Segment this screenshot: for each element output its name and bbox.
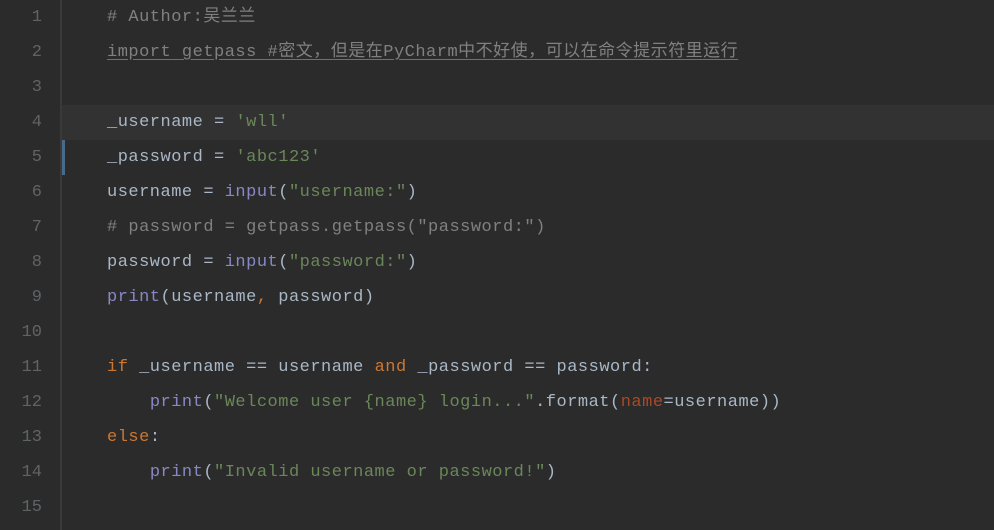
token-var: _username — [107, 113, 214, 132]
token-paren: )) — [760, 393, 781, 412]
token-paren: ( — [203, 463, 214, 482]
token-builtin: input — [225, 253, 279, 272]
token-builtin: print — [150, 393, 204, 412]
token-var: username — [278, 358, 374, 377]
line-number: 15 — [0, 490, 42, 525]
token-op: == — [524, 358, 556, 377]
token-colon: : — [150, 428, 161, 447]
token-paren: ) — [364, 288, 375, 307]
token-var: password — [557, 358, 643, 377]
code-line[interactable] — [62, 70, 994, 105]
line-number: 7 — [0, 210, 42, 245]
code-line[interactable]: print("Invalid username or password!") — [62, 455, 994, 490]
code-editor[interactable]: # Author:吴兰兰 import getpass #密文，但是在PyCha… — [62, 0, 994, 530]
code-line[interactable]: else: — [62, 420, 994, 455]
token-string: 'wll' — [235, 113, 289, 132]
line-number: 13 — [0, 420, 42, 455]
token-paren: ) — [546, 463, 557, 482]
token-var: password — [278, 288, 364, 307]
token-string: 'abc123' — [235, 148, 321, 167]
line-number: 8 — [0, 245, 42, 280]
token-colon: : — [642, 358, 653, 377]
token-module: getpass — [171, 43, 267, 62]
line-number: 3 — [0, 70, 42, 105]
line-number: 4 — [0, 105, 42, 140]
token-var: username — [171, 288, 257, 307]
token-op: = — [664, 393, 675, 412]
token-paren: ( — [203, 393, 214, 412]
token-keyword: and — [375, 358, 418, 377]
token-paren: ( — [278, 183, 289, 202]
line-number: 1 — [0, 0, 42, 35]
caret-indicator — [62, 140, 65, 175]
token-string: "Welcome user {name} login..." — [214, 393, 535, 412]
token-op: == — [246, 358, 278, 377]
token-comment: #密文，但是在PyCharm中不好使，可以在命令提示符里运行 — [268, 43, 739, 62]
token-paren: ) — [407, 183, 418, 202]
token-builtin: print — [150, 463, 204, 482]
code-line[interactable]: if _username == username and _password =… — [62, 350, 994, 385]
line-number: 10 — [0, 315, 42, 350]
token-string: "Invalid username or password!" — [214, 463, 546, 482]
code-line[interactable]: # Author:吴兰兰 — [62, 0, 994, 35]
token-string: "username:" — [289, 183, 407, 202]
line-number: 2 — [0, 35, 42, 70]
token-builtin: print — [107, 288, 161, 307]
line-number: 14 — [0, 455, 42, 490]
token-var: _username — [139, 358, 246, 377]
token-comment: # password = getpass.getpass("password:"… — [107, 218, 546, 237]
token-op: = — [203, 183, 224, 202]
token-op: = — [203, 253, 224, 272]
line-number: 9 — [0, 280, 42, 315]
token-keyword: if — [107, 358, 139, 377]
token-builtin: input — [225, 183, 279, 202]
code-line-active[interactable]: _username = 'wll' — [62, 105, 994, 140]
code-line[interactable]: # password = getpass.getpass("password:"… — [62, 210, 994, 245]
token-paren: ( — [278, 253, 289, 272]
line-number: 5 — [0, 140, 42, 175]
code-line[interactable]: password = input("password:") — [62, 245, 994, 280]
code-line[interactable]: _password = 'abc123' — [62, 140, 994, 175]
code-line[interactable] — [62, 315, 994, 350]
token-var: _password — [107, 148, 214, 167]
token-paren: ( — [161, 288, 172, 307]
line-number: 6 — [0, 175, 42, 210]
line-number: 11 — [0, 350, 42, 385]
token-op: = — [214, 113, 235, 132]
token-op: = — [214, 148, 235, 167]
token-string: "password:" — [289, 253, 407, 272]
token-var: _password — [417, 358, 524, 377]
line-number-gutter: 1 2 3 4 5 6 7 8 9 10 11 12 13 14 15 — [0, 0, 60, 530]
token-comma: , — [257, 288, 278, 307]
token-keyword: import — [107, 43, 171, 62]
code-line[interactable]: print(username, password) — [62, 280, 994, 315]
code-line[interactable]: import getpass #密文，但是在PyCharm中不好使，可以在命令提… — [62, 35, 994, 70]
token-method: .format( — [535, 393, 621, 412]
token-var: username — [674, 393, 760, 412]
token-kwarg: name — [621, 393, 664, 412]
indent — [107, 385, 150, 420]
line-number: 12 — [0, 385, 42, 420]
token-comment: # Author:吴兰兰 — [107, 8, 256, 27]
indent — [107, 455, 150, 490]
token-var: username — [107, 183, 203, 202]
token-paren: ) — [407, 253, 418, 272]
token-keyword: else — [107, 428, 150, 447]
token-var: password — [107, 253, 203, 272]
code-line[interactable]: print("Welcome user {name} login...".for… — [62, 385, 994, 420]
code-line[interactable]: username = input("username:") — [62, 175, 994, 210]
code-line[interactable] — [62, 490, 994, 525]
